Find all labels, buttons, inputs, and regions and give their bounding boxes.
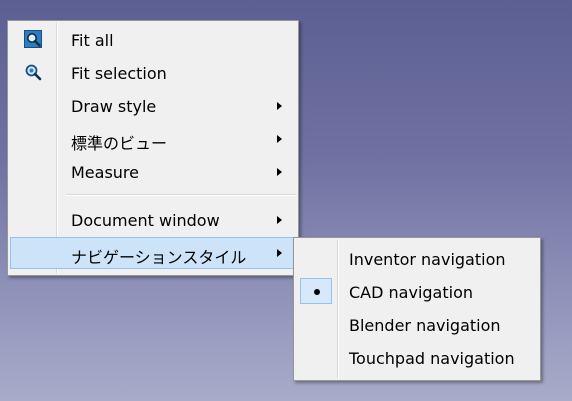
menu-separator xyxy=(66,194,296,196)
submenu-item-label: Blender navigation xyxy=(349,316,501,335)
submenu-item-inventor-navigation[interactable]: Inventor navigation xyxy=(296,243,538,275)
menu-item-label: Document window xyxy=(71,211,220,230)
radio-bullet-icon xyxy=(314,289,320,295)
submenu-item-label: Inventor navigation xyxy=(349,250,506,269)
submenu-arrow-icon xyxy=(277,249,282,257)
submenu-item-label: CAD navigation xyxy=(349,283,473,302)
menu-item-label: 標準のビュー xyxy=(71,134,168,153)
menu-item-label: Fit all xyxy=(71,31,114,50)
menu-item-document-window[interactable]: Document window xyxy=(10,204,296,236)
radio-check-frame xyxy=(300,278,332,304)
submenu-arrow-icon xyxy=(277,168,282,176)
context-menu: Fit all Fit selection Draw style 標準のビュー … xyxy=(7,20,299,276)
submenu-arrow-icon xyxy=(277,216,282,224)
fit-selection-icon xyxy=(25,64,42,81)
menu-item-fit-all[interactable]: Fit all xyxy=(10,24,296,56)
menu-item-label: Fit selection xyxy=(71,64,167,83)
menu-item-navigation-style[interactable]: ナビゲーションスタイル xyxy=(10,237,296,269)
submenu-item-cad-navigation[interactable]: CAD navigation xyxy=(296,276,538,308)
submenu-item-blender-navigation[interactable]: Blender navigation xyxy=(296,309,538,341)
submenu-item-touchpad-navigation[interactable]: Touchpad navigation xyxy=(296,342,538,374)
menu-item-label: Draw style xyxy=(71,97,157,116)
menu-item-draw-style[interactable]: Draw style xyxy=(10,90,296,122)
menu-item-label: Measure xyxy=(71,163,139,182)
menu-item-label: ナビゲーションスタイル xyxy=(71,248,247,267)
navigation-style-submenu: Inventor navigation CAD navigation Blend… xyxy=(293,237,541,381)
menu-item-measure[interactable]: Measure xyxy=(10,156,296,188)
fit-all-icon xyxy=(24,30,42,48)
menu-item-standard-views[interactable]: 標準のビュー xyxy=(10,123,296,155)
submenu-arrow-icon xyxy=(277,102,282,110)
submenu-arrow-icon xyxy=(277,135,282,143)
menu-item-fit-selection[interactable]: Fit selection xyxy=(10,57,296,89)
submenu-item-label: Touchpad navigation xyxy=(349,349,515,368)
3d-view-background[interactable]: Fit all Fit selection Draw style 標準のビュー … xyxy=(0,0,572,401)
